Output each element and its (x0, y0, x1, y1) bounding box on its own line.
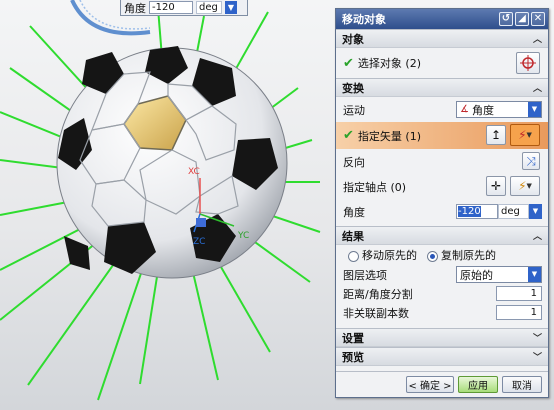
pivot-row[interactable]: 指定轴点 (0) ✛ ⚡ ▼ (336, 174, 548, 199)
settings-group-header[interactable]: 设置 ﹀ (336, 328, 548, 347)
motion-select[interactable]: ∡ 角度 ▼ (456, 101, 542, 118)
transform-group-header[interactable]: 变换 ︿ (336, 78, 548, 97)
result-group-header[interactable]: 结果 ︿ (336, 226, 548, 245)
motion-row: 运动 ∡ 角度 ▼ (336, 97, 548, 122)
angle-label: 角度 (343, 205, 365, 219)
chevron-down-icon[interactable]: ▼ (529, 204, 542, 219)
dialog-button-bar: < 确定 > 应用 取消 (336, 371, 548, 397)
preview-group-title: 预览 (342, 350, 364, 364)
reset-icon[interactable]: ↺ (499, 12, 513, 26)
layer-option-row: 图层选项 原始的 ▼ (336, 265, 548, 284)
motion-label: 运动 (343, 103, 365, 117)
copies-label: 非关联副本数 (343, 306, 409, 320)
pin-icon[interactable]: ◢ (515, 12, 529, 26)
inferred-point-icon[interactable]: ⚡ ▼ (510, 176, 540, 196)
angle-field[interactable]: -120 deg ▼ (456, 204, 542, 219)
chevron-down-icon: ▼ (528, 267, 541, 282)
check-icon: ✔ (343, 128, 354, 143)
floating-angle-input: 角度 -120 deg ▼ (120, 0, 248, 16)
apply-button[interactable]: 应用 (458, 376, 498, 393)
move-object-dialog: 移动对象 ↺ ◢ ✕ 对象 ︿ ✔ 选择对象 (2) 变换 ︿ 运动 ∡ 角度 … (335, 8, 549, 398)
distance-row: 距离/角度分割 1 (336, 284, 548, 303)
pivot-label: 指定轴点 (0) (343, 180, 407, 194)
layer-option-value: 原始的 (460, 268, 493, 282)
specify-vector-row[interactable]: ✔ 指定矢量 (1) ↥ ⚡ ▼ (336, 122, 548, 149)
distance-label: 距离/角度分割 (343, 287, 413, 301)
vector-dialog-icon[interactable]: ↥ (486, 125, 506, 145)
ok-button[interactable]: < 确定 > (406, 376, 454, 393)
distance-input[interactable]: 1 (496, 286, 542, 301)
layer-option-label: 图层选项 (343, 268, 387, 282)
expand-icon: ﹀ (532, 353, 542, 363)
crosshair-select-icon[interactable] (516, 52, 540, 74)
inferred-vector-icon[interactable]: ⚡ ▼ (510, 124, 540, 146)
move-original-label: 移动原先的 (362, 249, 417, 262)
dialog-title: 移动对象 (342, 13, 386, 26)
close-icon[interactable]: ✕ (531, 12, 545, 26)
soccer-ball[interactable] (56, 46, 288, 279)
floating-angle-value[interactable]: -120 (149, 1, 193, 14)
result-radio-row: 移动原先的 复制原先的 (336, 245, 548, 265)
copy-original-label: 复制原先的 (441, 249, 496, 262)
check-icon: ✔ (343, 55, 354, 71)
copy-original-radio[interactable]: 复制原先的 (427, 247, 496, 263)
reverse-direction-icon[interactable]: ⤨ (522, 152, 540, 170)
point-dialog-icon[interactable]: ✛ (486, 176, 506, 196)
object-group-header[interactable]: 对象 ︿ (336, 29, 548, 48)
select-object-label: 选择对象 (2) (357, 57, 421, 70)
cancel-button[interactable]: 取消 (502, 376, 542, 393)
motion-value: 角度 (471, 103, 494, 117)
chevron-down-icon: ▼ (528, 102, 541, 117)
copies-row: 非关联副本数 1 (336, 303, 548, 322)
transform-group-title: 变换 (342, 81, 364, 95)
reverse-row: 反向 ⤨ (336, 149, 548, 174)
settings-group-title: 设置 (342, 331, 364, 345)
yc-axis-label: YC (237, 231, 249, 241)
angle-unit[interactable]: deg (498, 204, 529, 219)
floating-angle-unit[interactable]: deg (196, 1, 222, 14)
floating-angle-dropdown-icon[interactable]: ▼ (225, 1, 237, 14)
angle-icon: ∡ (460, 104, 469, 115)
collapse-icon: ︿ (532, 84, 542, 94)
object-group-title: 对象 (342, 32, 364, 46)
reverse-label: 反向 (343, 155, 365, 169)
specify-vector-label: 指定矢量 (1) (357, 129, 421, 143)
preview-group-header[interactable]: 预览 ﹀ (336, 347, 548, 366)
move-original-radio[interactable]: 移动原先的 (348, 247, 417, 263)
select-object-row[interactable]: ✔ 选择对象 (2) (336, 48, 548, 78)
result-group-title: 结果 (342, 229, 364, 243)
xc-axis-label: XC (188, 167, 200, 177)
expand-icon: ﹀ (532, 334, 542, 344)
collapse-icon: ︿ (532, 35, 542, 45)
collapse-icon: ︿ (532, 232, 542, 242)
dialog-titlebar[interactable]: 移动对象 ↺ ◢ ✕ (336, 9, 548, 29)
layer-option-select[interactable]: 原始的 ▼ (456, 266, 542, 283)
zc-axis-label: ZC (193, 237, 205, 247)
angle-input[interactable]: -120 (456, 204, 498, 219)
copies-input[interactable]: 1 (496, 305, 542, 320)
angle-row: 角度 -120 deg ▼ (336, 199, 548, 224)
floating-angle-label: 角度 (124, 1, 146, 15)
